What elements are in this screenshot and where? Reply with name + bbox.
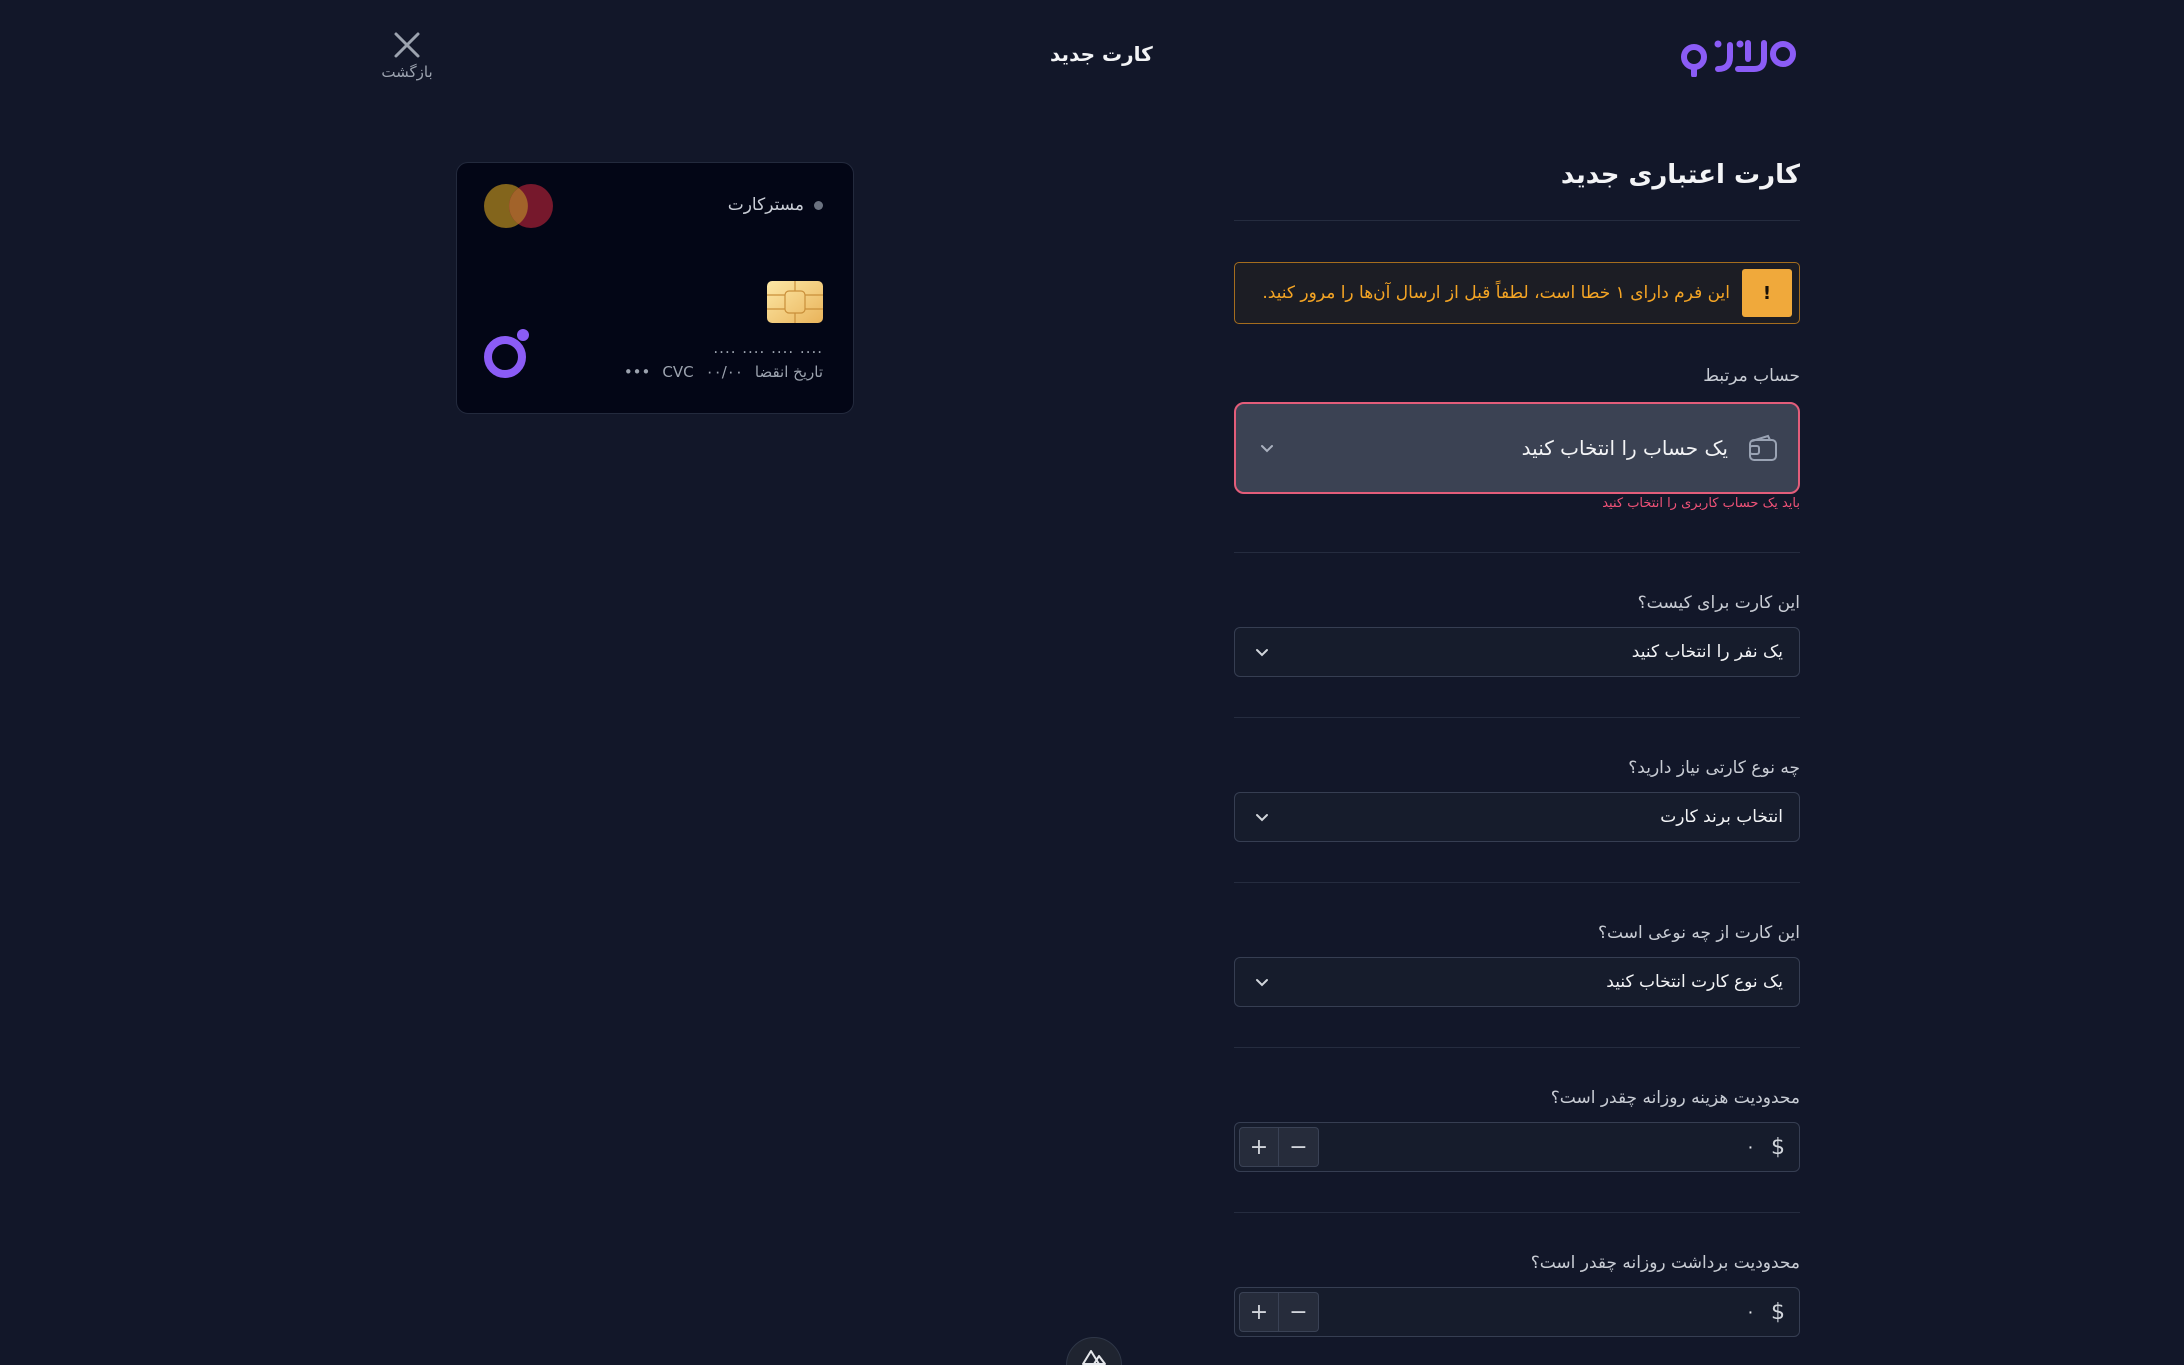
expiry-label: تاریخ انقضا: [754, 363, 823, 381]
card-chip-icon: [767, 281, 823, 323]
daily-withdraw-value[interactable]: ۰: [1319, 1302, 1755, 1322]
account-select[interactable]: یک حساب را انتخاب کنید: [1234, 402, 1800, 494]
divider: [1234, 1047, 1800, 1048]
daily-withdraw-label: محدودیت برداشت روزانه چقدر است؟: [1530, 1253, 1800, 1273]
cvc-value: •••: [623, 363, 651, 381]
increment-button[interactable]: +: [1239, 1127, 1279, 1167]
dollar-icon: $: [1771, 1134, 1785, 1160]
new-credit-card-form: کارت اعتباری جدید ! این فرم دارای ۱ خطا …: [1234, 160, 1800, 1337]
decrement-button[interactable]: −: [1279, 1127, 1319, 1167]
nuxt-icon: [1082, 1350, 1106, 1365]
card-brand-select[interactable]: انتخاب برند کارت: [1234, 792, 1800, 842]
chevron-down-icon: [1256, 814, 1268, 822]
cardholder-select[interactable]: یک نفر را انتخاب کنید: [1234, 627, 1800, 677]
form-error-alert: ! این فرم دارای ۱ خطا است، لطفاً قبل از …: [1234, 262, 1800, 324]
divider: [1234, 552, 1800, 553]
card-number: .... .... .... ....: [713, 339, 823, 357]
close-icon[interactable]: [390, 28, 424, 62]
card-meta: تاریخ انقضا ۰۰/۰۰ CVC •••: [624, 363, 823, 381]
back-label: بازگشت: [381, 63, 433, 81]
card-brand-label: مسترکارت: [727, 195, 804, 215]
cvc-label: CVC: [662, 363, 694, 381]
form-title: کارت اعتباری جدید: [1560, 160, 1800, 190]
divider: [1234, 882, 1800, 883]
warning-icon: !: [1742, 269, 1792, 317]
card-type-select-value: یک نوع کارت انتخاب کنید: [1606, 972, 1783, 992]
card-preview: مسترکارت .... .... .... .... تاریخ انقضا…: [456, 162, 854, 414]
dollar-icon: $: [1771, 1299, 1785, 1325]
new-card-page: کارت جدید بازگشت مسترکارت .... .... ....…: [0, 0, 2184, 1365]
card-brand: مسترکارت: [728, 195, 823, 215]
decrement-button[interactable]: −: [1279, 1292, 1319, 1332]
cardholder-label: این کارت برای کیست؟: [1637, 593, 1800, 613]
card-brand-field-label: چه نوع کارتی نیاز دارید؟: [1628, 758, 1800, 778]
chevron-down-icon: [1261, 445, 1273, 453]
daily-spend-stepper: + −: [1239, 1127, 1319, 1167]
card-brand-select-value: انتخاب برند کارت: [1660, 807, 1783, 827]
devtools-button[interactable]: [1066, 1337, 1122, 1365]
divider: [1234, 717, 1800, 718]
brand-logo[interactable]: [1680, 35, 1800, 77]
card-logo-icon: [484, 329, 529, 378]
account-label: حساب مرتبط: [1703, 366, 1800, 386]
page-title: کارت جدید: [1050, 42, 1153, 66]
back-button[interactable]: بازگشت: [380, 28, 434, 88]
divider: [1234, 220, 1800, 221]
chevron-down-icon: [1256, 649, 1268, 657]
divider: [1234, 1212, 1800, 1213]
mastercard-icon: [484, 184, 553, 228]
daily-spend-input[interactable]: $ ۰ + −: [1234, 1122, 1800, 1172]
wallet-icon: [1749, 434, 1777, 461]
daily-spend-label: محدودیت هزینه روزانه چقدر است؟: [1550, 1088, 1800, 1108]
daily-withdraw-input[interactable]: $ ۰ + −: [1234, 1287, 1800, 1337]
chevron-down-icon: [1256, 979, 1268, 987]
alert-message: این فرم دارای ۱ خطا است، لطفاً قبل از ار…: [1262, 283, 1730, 303]
increment-button[interactable]: +: [1239, 1292, 1279, 1332]
brand-dot-icon: [814, 200, 823, 210]
card-type-label: این کارت از چه نوعی است؟: [1598, 923, 1800, 943]
daily-spend-value[interactable]: ۰: [1319, 1137, 1755, 1157]
daily-withdraw-stepper: + −: [1239, 1292, 1319, 1332]
cardholder-select-value: یک نفر را انتخاب کنید: [1631, 642, 1783, 662]
card-type-select[interactable]: یک نوع کارت انتخاب کنید: [1234, 957, 1800, 1007]
account-select-value: یک حساب را انتخاب کنید: [1521, 436, 1728, 460]
expiry-value: ۰۰/۰۰: [705, 363, 743, 381]
account-error: باید یک حساب کاربری را انتخاب کنید: [1602, 496, 1800, 511]
